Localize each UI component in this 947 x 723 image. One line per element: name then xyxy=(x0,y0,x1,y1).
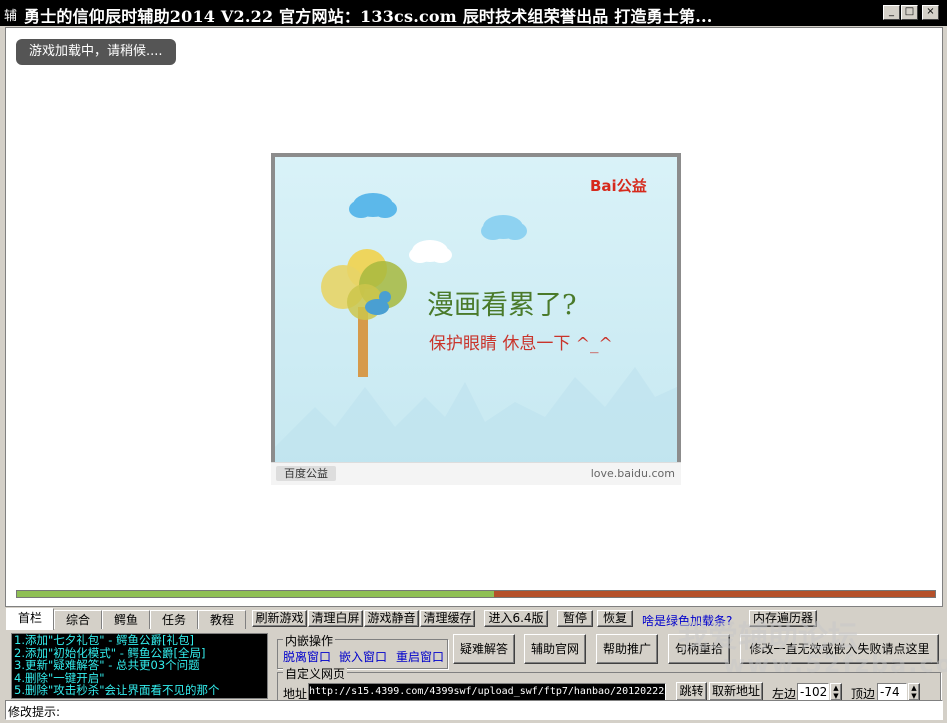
changelog-line: 5.删除"攻击秒杀"会让界面看不见的那个 xyxy=(14,683,220,697)
ad-subheading: 保护眼睛 休息一下 ^_^ xyxy=(429,334,613,354)
resume-button[interactable]: 恢复 xyxy=(597,610,633,627)
loading-toast: 游戏加载中，请稍候.... xyxy=(16,39,176,65)
loading-progress-bar xyxy=(16,590,936,598)
forum-watermark-url: www.52fzba.com xyxy=(723,650,947,678)
faq-button[interactable]: 疑难解答 xyxy=(453,634,515,664)
goto-button[interactable]: 跳转 xyxy=(676,682,707,701)
top-offset-input[interactable]: -74 xyxy=(877,683,907,701)
changelog-line: 1.添加"七夕礼包" - 鳄鱼公爵[礼包] xyxy=(14,633,194,647)
custom-page-title: 自定义网页 xyxy=(283,665,348,682)
changelog-line: 3.更新"疑难解答" - 总共更03个问题 xyxy=(14,658,200,672)
top-offset-spinner[interactable]: ▲ ▼ xyxy=(908,683,920,701)
restart-window-link[interactable]: 重启窗口 xyxy=(396,648,444,665)
left-offset-input[interactable]: -102 xyxy=(797,683,829,701)
tab-home[interactable]: 首栏 xyxy=(6,608,54,630)
official-site-button[interactable]: 辅助官网 xyxy=(524,634,586,664)
detach-window-link[interactable]: 脱离窗口 xyxy=(283,648,331,665)
tab-tasks[interactable]: 任务 xyxy=(150,610,198,629)
main-window: 辅 勇士的信仰辰时辅助2014 V2.22 官方网站：133cs.com 辰时技… xyxy=(0,0,947,723)
embed-window-link[interactable]: 嵌入窗口 xyxy=(339,648,387,665)
get-address-button[interactable]: 取新地址 xyxy=(709,682,763,701)
status-hint-label: 修改提示: xyxy=(8,705,61,719)
tab-general[interactable]: 综合 xyxy=(54,610,102,629)
left-offset-spinner[interactable]: ▲ ▼ xyxy=(830,683,842,701)
app-icon: 辅 xyxy=(4,9,18,24)
minimize-button[interactable]: _ xyxy=(883,5,900,20)
maximize-button[interactable]: □ xyxy=(901,5,918,20)
baidu-logo: Bai公益 xyxy=(590,177,647,195)
ad-footer-url[interactable]: love.baidu.com xyxy=(591,467,675,480)
ad-footer: 百度公益 love.baidu.com xyxy=(271,462,681,485)
window-title: 勇士的信仰辰时辅助2014 V2.22 官方网站：133cs.com 辰时技术组… xyxy=(24,7,713,26)
clear-white-screen-button[interactable]: 清理白屏 xyxy=(308,610,363,627)
tab-tutorial[interactable]: 教程 xyxy=(198,610,246,629)
title-bar[interactable]: 辅 勇士的信仰辰时辅助2014 V2.22 官方网站：133cs.com 辰时技… xyxy=(0,0,947,26)
close-button[interactable]: × xyxy=(922,5,939,20)
refresh-game-button[interactable]: 刷新游戏 xyxy=(252,610,307,627)
control-panel: 首栏 综合 鳄鱼 任务 教程 刷新游戏 清理白屏 游戏静音 清理缓存 进入6.4… xyxy=(0,608,947,723)
game-web-view[interactable]: 游戏加载中，请稍候.... Bai公益 漫画看累了? 保护眼睛 休息一下 ^_^… xyxy=(5,27,943,607)
promote-button[interactable]: 帮助推广 xyxy=(596,634,658,664)
clear-cache-button[interactable]: 清理缓存 xyxy=(420,610,475,627)
address-input[interactable]: http://s15.4399.com/4399swf/upload_swf/f… xyxy=(308,683,666,701)
tab-crocodile[interactable]: 鳄鱼 xyxy=(102,610,150,629)
embed-group-title: 内嵌操作 xyxy=(283,632,336,649)
ad-heading: 漫画看累了? xyxy=(427,290,577,321)
changelog-console: 1.添加"七夕礼包" - 鳄鱼公爵[礼包] 2.添加"初始化模式" - 鳄鱼公爵… xyxy=(11,633,268,699)
status-bar: 修改提示: xyxy=(5,700,943,720)
pause-button[interactable]: 暂停 xyxy=(557,610,593,627)
baidu-ad-banner[interactable]: Bai公益 漫画看累了? 保护眼睛 休息一下 ^_^ xyxy=(271,153,681,484)
loading-progress-fill xyxy=(17,591,495,597)
mute-game-button[interactable]: 游戏静音 xyxy=(364,610,419,627)
baidu-charity-logo: 百度公益 xyxy=(276,466,336,481)
enter-version-button[interactable]: 进入6.4版 xyxy=(484,610,548,627)
